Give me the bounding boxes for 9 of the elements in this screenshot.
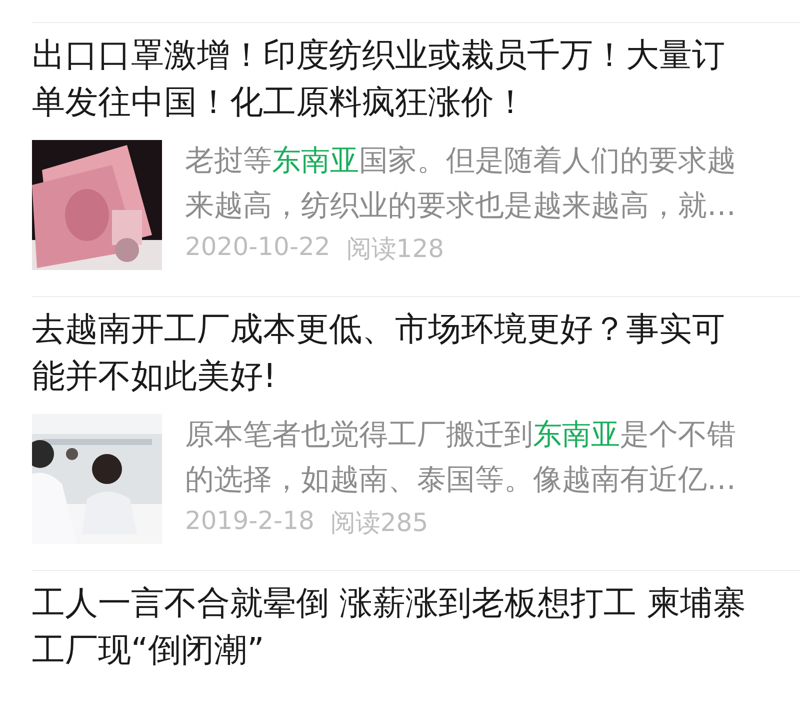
article-snippet: 老挝等东南亚国家。但是随着人们的要求越来越高，纺织业的要求也是越来越高，就…: [185, 142, 737, 224]
read-count: 阅读128: [346, 233, 444, 265]
article-title[interactable]: 出口口罩激增！印度纺织业或裁员千万！大量订单发往中国！化工原料疯狂涨价！: [32, 31, 754, 125]
article-title[interactable]: 工人一言不合就晕倒 涨薪涨到老板想打工 柬埔寨工厂现“倒闭潮”: [32, 579, 754, 673]
publish-date: 2020-10-22: [185, 232, 330, 263]
article-snippet: 原本笔者也觉得工厂搬迁到东南亚是个不错的选择，如越南、泰国等。像越南有近亿…: [185, 416, 737, 498]
article-title[interactable]: 去越南开工厂成本更低、市场环境更好？事实可能并不如此美好!: [32, 305, 754, 399]
publish-date: 2019-2-18: [185, 506, 314, 537]
read-count: 阅读285: [330, 507, 428, 539]
